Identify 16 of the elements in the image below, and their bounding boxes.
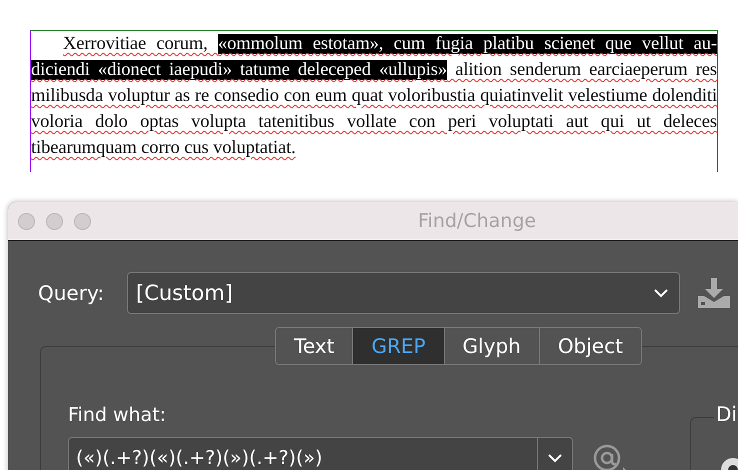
save-query-icon[interactable] <box>698 278 730 308</box>
window-title: Find/Change <box>418 210 536 232</box>
body-paragraph: Xerrovitiae corum, «ommolum estotam», cum fugia platibu scienet que vellut au-diciendi «dionect iaepudi» tatume deleceped «ullupis» alition senderum earciaeperum res milibusda voluptur as re consedio con eum quat voloribustia quiatinvelit velestiume dolenditi voloria dolo optas volupta tatenitibus vollate con peri voluptati aut qui ut deleces tibearumquam corro cus voluptatiat. <box>31 33 717 160</box>
search-mode-tab[interactable]: GREP <box>352 328 444 364</box>
special-characters-icon[interactable] <box>593 443 629 470</box>
find-what-field[interactable]: («)(.+?)(«)(.+?)(»)(.+?)(») <box>68 437 573 470</box>
close-window-button[interactable] <box>18 212 35 230</box>
zoom-window-button[interactable] <box>74 212 91 230</box>
query-label: Query: <box>38 281 106 305</box>
search-mode-tab[interactable]: Object <box>538 328 641 364</box>
query-dropdown[interactable]: [Custom] <box>127 272 680 314</box>
chevron-down-icon <box>653 288 669 298</box>
find-what-label: Find what: <box>68 404 166 426</box>
minimize-window-button[interactable] <box>46 212 63 230</box>
group-label: Di <box>714 402 738 426</box>
chevron-down-icon[interactable] <box>547 453 563 463</box>
